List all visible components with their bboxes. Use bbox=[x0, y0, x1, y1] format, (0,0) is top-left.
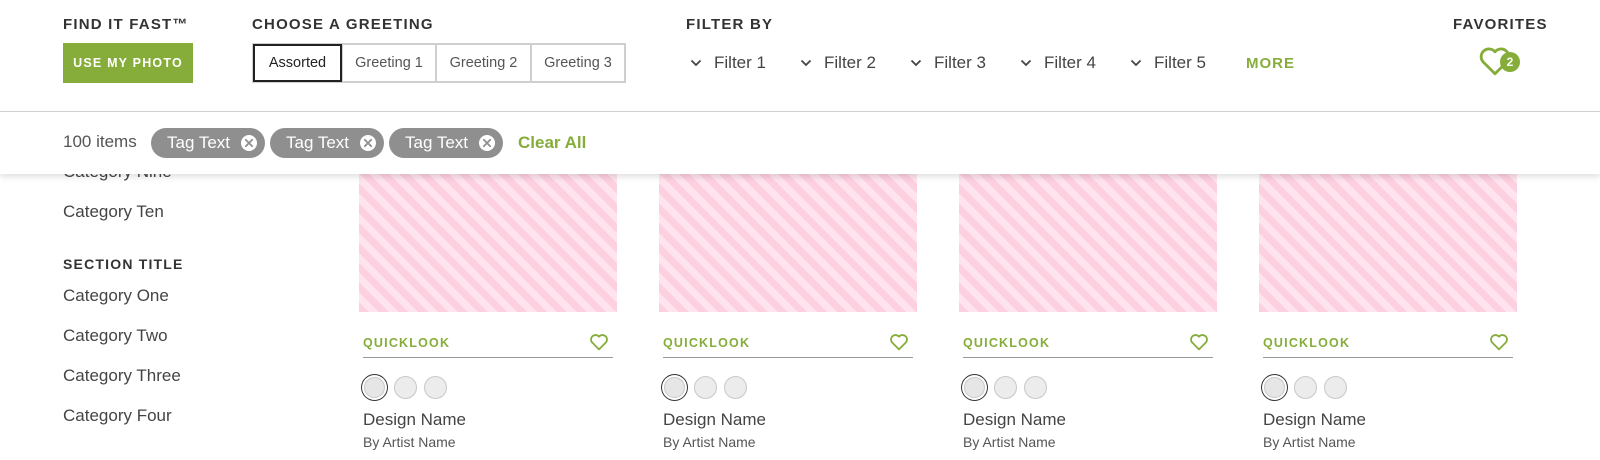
design-name[interactable]: Design Name bbox=[1263, 410, 1366, 430]
filter-dropdown-1[interactable]: Filter 1 bbox=[690, 53, 766, 73]
filter-dropdown-5[interactable]: Filter 5 bbox=[1130, 53, 1206, 73]
chevron-down-icon bbox=[800, 59, 812, 67]
close-circle-icon[interactable] bbox=[359, 134, 377, 152]
greeting-selector: Assorted Greeting 1 Greeting 2 Greeting … bbox=[252, 43, 626, 83]
greeting-option-1[interactable]: Greeting 1 bbox=[341, 45, 435, 81]
design-name[interactable]: Design Name bbox=[363, 410, 466, 430]
filter-tag[interactable]: Tag Text bbox=[151, 128, 265, 158]
product-image[interactable] bbox=[959, 170, 1217, 312]
chevron-down-icon bbox=[1130, 59, 1142, 67]
color-swatch[interactable] bbox=[994, 376, 1017, 399]
card-divider bbox=[663, 357, 913, 358]
filter-dropdown-3[interactable]: Filter 3 bbox=[910, 53, 986, 73]
artist-name[interactable]: By Artist Name bbox=[963, 434, 1056, 450]
filter-label: Filter 5 bbox=[1154, 53, 1206, 72]
choose-greeting-label: CHOOSE A GREETING bbox=[252, 16, 434, 33]
sidebar-item-category-four[interactable]: Category Four bbox=[63, 406, 172, 426]
filter-tag-label: Tag Text bbox=[286, 133, 350, 152]
filter-tag-label: Tag Text bbox=[167, 133, 231, 152]
heart-outline-icon[interactable] bbox=[889, 333, 909, 351]
color-swatch[interactable] bbox=[424, 376, 447, 399]
find-it-fast-label: FIND IT FAST™ bbox=[63, 16, 189, 33]
favorites-button[interactable]: 2 bbox=[1478, 44, 1522, 82]
quicklook-link[interactable]: QUICKLOOK bbox=[1263, 336, 1350, 350]
heart-outline-icon[interactable] bbox=[1189, 333, 1209, 351]
sidebar-item-category-ten[interactable]: Category Ten bbox=[63, 202, 164, 222]
color-swatch[interactable] bbox=[1294, 376, 1317, 399]
clear-all-link[interactable]: Clear All bbox=[518, 133, 586, 153]
sidebar-section-title: SECTION TITLE bbox=[63, 256, 184, 272]
sidebar-item-category-three[interactable]: Category Three bbox=[63, 366, 181, 386]
filter-label: Filter 4 bbox=[1044, 53, 1096, 72]
heart-outline-icon[interactable] bbox=[589, 333, 609, 351]
sidebar-item-category-one[interactable]: Category One bbox=[63, 286, 169, 306]
product-image[interactable] bbox=[1259, 170, 1517, 312]
color-swatch-selected[interactable] bbox=[664, 377, 685, 398]
color-swatch[interactable] bbox=[1324, 376, 1347, 399]
color-swatch-selected[interactable] bbox=[964, 377, 985, 398]
color-swatch[interactable] bbox=[1024, 376, 1047, 399]
favorites-count-badge: 2 bbox=[1500, 52, 1520, 72]
filter-label: Filter 3 bbox=[934, 53, 986, 72]
filter-by-label: FILTER BY bbox=[686, 16, 774, 33]
heart-outline-icon[interactable] bbox=[1489, 333, 1509, 351]
color-swatch-selected[interactable] bbox=[1264, 377, 1285, 398]
color-swatch-selected[interactable] bbox=[364, 377, 385, 398]
card-divider bbox=[963, 357, 1213, 358]
quicklook-link[interactable]: QUICKLOOK bbox=[963, 336, 1050, 350]
greeting-option-2[interactable]: Greeting 2 bbox=[435, 45, 530, 81]
filter-tag[interactable]: Tag Text bbox=[270, 128, 384, 158]
card-divider bbox=[363, 357, 613, 358]
filter-dropdown-2[interactable]: Filter 2 bbox=[800, 53, 876, 73]
use-my-photo-button[interactable]: USE MY PHOTO bbox=[63, 43, 193, 83]
quicklook-link[interactable]: QUICKLOOK bbox=[663, 336, 750, 350]
close-circle-icon[interactable] bbox=[478, 134, 496, 152]
card-divider bbox=[1263, 357, 1513, 358]
chevron-down-icon bbox=[690, 59, 702, 67]
close-circle-icon[interactable] bbox=[240, 134, 258, 152]
filter-dropdown-4[interactable]: Filter 4 bbox=[1020, 53, 1096, 73]
filter-label: Filter 1 bbox=[714, 53, 766, 72]
color-swatch[interactable] bbox=[724, 376, 747, 399]
design-name[interactable]: Design Name bbox=[963, 410, 1066, 430]
product-image[interactable] bbox=[359, 170, 617, 312]
sidebar-item-category-two[interactable]: Category Two bbox=[63, 326, 168, 346]
more-filters-link[interactable]: MORE bbox=[1246, 55, 1295, 72]
finder-header: FIND IT FAST™ USE MY PHOTO CHOOSE A GREE… bbox=[0, 0, 1600, 112]
artist-name[interactable]: By Artist Name bbox=[663, 434, 756, 450]
greeting-option-3[interactable]: Greeting 3 bbox=[530, 45, 624, 81]
artist-name[interactable]: By Artist Name bbox=[1263, 434, 1356, 450]
greeting-option-assorted[interactable]: Assorted bbox=[253, 44, 342, 82]
filter-tag-label: Tag Text bbox=[405, 133, 469, 152]
design-name[interactable]: Design Name bbox=[663, 410, 766, 430]
result-count: 100 items bbox=[63, 132, 137, 151]
quicklook-link[interactable]: QUICKLOOK bbox=[363, 336, 450, 350]
chevron-down-icon bbox=[1020, 59, 1032, 67]
filter-tag[interactable]: Tag Text bbox=[389, 128, 503, 158]
active-filters-bar: 100 items Tag Text Tag Text Tag Text Cle… bbox=[0, 112, 1600, 174]
filter-label: Filter 2 bbox=[824, 53, 876, 72]
artist-name[interactable]: By Artist Name bbox=[363, 434, 456, 450]
product-image[interactable] bbox=[659, 170, 917, 312]
color-swatch[interactable] bbox=[394, 376, 417, 399]
favorites-label: FAVORITES bbox=[1453, 16, 1548, 33]
chevron-down-icon bbox=[910, 59, 922, 67]
color-swatch[interactable] bbox=[694, 376, 717, 399]
